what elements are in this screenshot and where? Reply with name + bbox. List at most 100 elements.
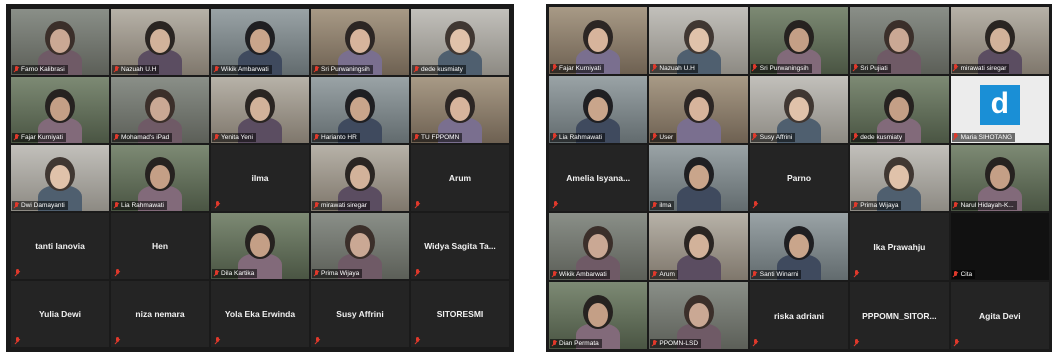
participant-tile[interactable]: Sri Purwaningsih [749,7,849,74]
participant-tile[interactable]: Cita [950,213,1049,281]
participant-name: Maria SIHOTANG [960,133,1013,141]
participant-tile[interactable]: Agita Devi [950,282,1049,349]
participant-name-label: Maria SIHOTANG [951,132,1016,142]
participant-tile[interactable]: riska adriani [749,282,849,349]
participant-tile[interactable]: Susy Affrini [311,281,409,347]
mic-muted-icon [213,269,219,278]
participant-tile[interactable]: Dian Permata [549,282,648,349]
mic-muted-icon [853,339,859,347]
participant-tile[interactable]: tanti lanovia [11,213,109,279]
participant-name-label: Arum [650,270,678,280]
participant-tile[interactable]: Parno [749,144,849,212]
participant-name-label: Santi Winarni [750,270,802,280]
participant-name-label: Cita [951,270,976,280]
participant-name: Dian Permata [559,340,599,347]
mic-muted-icon [13,201,19,210]
participant-name-label: dede kusmiaty [851,132,906,142]
participant-tile[interactable]: Hen [111,213,209,279]
participant-name: dede kusmiaty [860,133,903,141]
participant-tile[interactable]: Widya Sagita Ta... [411,213,509,279]
participant-tile[interactable]: PPOMN-LSD [649,282,748,349]
participant-name-label: Mohamad's iPad [112,133,173,142]
mic-muted-icon [214,337,220,345]
participant-tile[interactable]: ilma [211,145,309,211]
participant-tile[interactable]: Lia Rahmawati [111,145,209,211]
participant-tile[interactable]: niza nemara [111,281,209,347]
participant-tile[interactable]: Lia Rahmawati [549,75,648,143]
participant-tile[interactable]: Susy Affrini [749,75,849,143]
participant-tile[interactable]: Wikik Ambarwati [211,9,309,75]
meeting-gallery-left: Farno Kalibrasi Nazuah U.H Wikik Ambarwati… [6,4,514,352]
mic-muted-icon [752,133,758,141]
participant-tile[interactable]: dede kusmiaty [411,9,509,75]
participant-name: Narul Hidayah-K... [960,202,1014,210]
participant-name: Wikik Ambarwati [559,271,607,279]
participant-name-label: Prima Wijaya [851,201,902,211]
participant-name: ilma [251,173,269,183]
participant-name-label: mirawati siregar [951,63,1010,73]
participant-tile[interactable]: mirawati siregar [950,7,1049,74]
mic-muted-icon [953,270,959,279]
participant-name: Widya Sagita Ta... [424,241,496,251]
participant-name: Yola Eka Erwinda [224,309,296,319]
participant-tile[interactable]: Amelia Isyana... [549,144,648,212]
mic-muted-icon [752,270,758,279]
participant-tile[interactable]: Arum [411,145,509,211]
participant-tile[interactable]: Sri Pujiati [850,7,949,74]
participant-silhouette [676,153,722,212]
mic-muted-icon [752,64,758,72]
mic-muted-icon [651,64,657,72]
participant-tile[interactable]: Yola Eka Erwinda [211,281,309,347]
participant-silhouette [676,85,722,143]
participant-tile[interactable]: PPPOMN_SITOR... [850,282,949,349]
participant-tile[interactable]: TU FPPOMN [411,77,509,143]
mic-muted-icon [214,201,220,209]
participant-tile[interactable]: Dila Kartika [211,213,309,279]
participant-tile[interactable]: d Maria SIHOTANG [950,75,1049,143]
participant-tile[interactable]: Fajar Kurniyati [549,7,648,74]
participant-name: Sri Pujiati [860,64,888,72]
participant-name-label: Sri Purwaningsih [750,63,812,73]
participant-tile[interactable]: Wikik Ambarwati [549,213,648,281]
mic-muted-icon [314,337,320,345]
participant-tile[interactable]: Ika Prawahju [850,213,949,281]
participant-name: Fajar Kurniyati [559,64,601,72]
mic-muted-icon [551,339,557,348]
participant-name-label: Susy Affrini [750,132,796,142]
participant-name-label: Narul Hidayah-K... [951,201,1017,211]
participant-tile[interactable]: Fajar Kurniyati [11,77,109,143]
participant-tile[interactable]: Dwi Damayanti [11,145,109,211]
participant-tile[interactable]: Narul Hidayah-K... [950,144,1049,212]
participant-name-label: TU FPPOMN [412,133,463,142]
participant-name: Santi Winarni [759,271,799,279]
participant-tile[interactable]: ilma [649,144,748,212]
participant-tile[interactable]: User [649,75,748,143]
participant-name-label: Fajar Kurniyati [12,133,66,142]
participant-name-label: Prima Wijaya [312,269,363,278]
participant-tile[interactable]: Prima Wijaya [850,144,949,212]
participant-tile[interactable]: Harianto HR [311,77,409,143]
participant-name: mirawati siregar [321,202,367,209]
participant-name: niza nemara [135,309,185,319]
participant-tile[interactable]: Santi Winarni [749,213,849,281]
participant-tile[interactable]: Arum [649,213,748,281]
participant-grid: Farno Kalibrasi Nazuah U.H Wikik Ambarwati… [11,9,509,347]
participant-name: Yulia Dewi [38,309,82,319]
participant-tile[interactable]: Nazuah U.H [111,9,209,75]
mic-muted-icon [551,270,557,279]
participant-tile[interactable]: Farno Kalibrasi [11,9,109,75]
participant-tile[interactable]: dede kusmiaty [850,75,949,143]
participant-tile[interactable]: Mohamad's iPad [111,77,209,143]
participant-name: Lia Rahmawati [121,202,164,209]
participant-tile[interactable]: Yulia Dewi [11,281,109,347]
participant-tile[interactable]: Yenita Yeni [211,77,309,143]
participant-tile[interactable]: Sri Purwaningsih [311,9,409,75]
participant-name: Dwi Damayanti [21,202,65,209]
participant-tile[interactable]: Nazuah U.H [649,7,748,74]
participant-name: Prima Wijaya [860,202,899,210]
participant-tile[interactable]: mirawati siregar [311,145,409,211]
mic-muted-icon [414,337,420,345]
participant-tile[interactable]: Prima Wijaya [311,213,409,279]
participant-tile[interactable]: SITORESMI [411,281,509,347]
participant-name-label: ilma [650,201,675,211]
